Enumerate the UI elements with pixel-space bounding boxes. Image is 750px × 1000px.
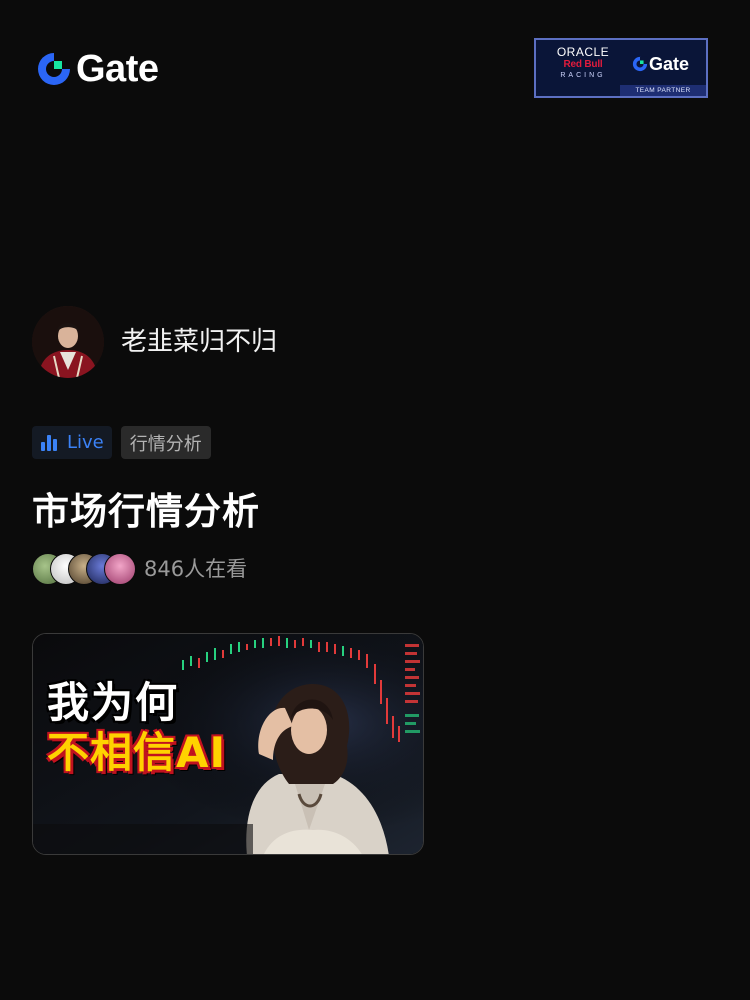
thumbnail-caption-line2: 不相信AI xyxy=(47,727,227,777)
streamer-info[interactable]: 老韭菜归不归 xyxy=(32,306,277,378)
gate-logo: Gate xyxy=(36,48,159,90)
category-tag[interactable]: 行情分析 xyxy=(120,426,211,459)
streamer-avatar-image xyxy=(32,306,104,378)
gate-logo-text: Gate xyxy=(76,48,159,90)
gate-mini-text: Gate xyxy=(649,54,690,74)
live-bars-icon xyxy=(41,434,57,451)
racing-label: RACING xyxy=(560,72,606,79)
thumbnail-caption: 我为何 不相信AI xyxy=(47,678,226,777)
gate-logo-icon xyxy=(38,53,70,85)
viewer-count: 846人在看 xyxy=(144,557,248,581)
team-partner-badge: ORACLE Red Bull RACING Gate TEAM PARTNER xyxy=(534,38,708,98)
stream-tags: Live 行情分析 xyxy=(32,426,211,459)
streamer-name[interactable]: 老韭菜归不归 xyxy=(121,324,277,360)
stream-thumbnail[interactable]: 我为何 不相信AI xyxy=(32,633,424,855)
red-bull-label: Red Bull xyxy=(563,59,603,70)
live-tag: Live xyxy=(32,426,112,459)
oracle-label: ORACLE xyxy=(556,45,610,59)
viewer-avatars xyxy=(32,553,136,585)
category-label: 行情分析 xyxy=(129,433,202,455)
gate-mini-icon xyxy=(632,56,648,72)
oracle-red-bull-racing-logo: ORACLE Red Bull RACING xyxy=(546,46,620,81)
live-label: Live xyxy=(67,432,104,453)
stream-title[interactable]: 市场行情分析 xyxy=(32,486,260,538)
viewer-avatar xyxy=(104,553,136,585)
streamer-avatar[interactable] xyxy=(32,306,104,378)
team-partner-label: TEAM PARTNER xyxy=(620,85,706,96)
gate-mini-logo: Gate xyxy=(632,54,689,74)
thumbnail-caption-line1: 我为何 xyxy=(47,678,180,727)
viewers-row: 846人在看 xyxy=(32,553,247,585)
